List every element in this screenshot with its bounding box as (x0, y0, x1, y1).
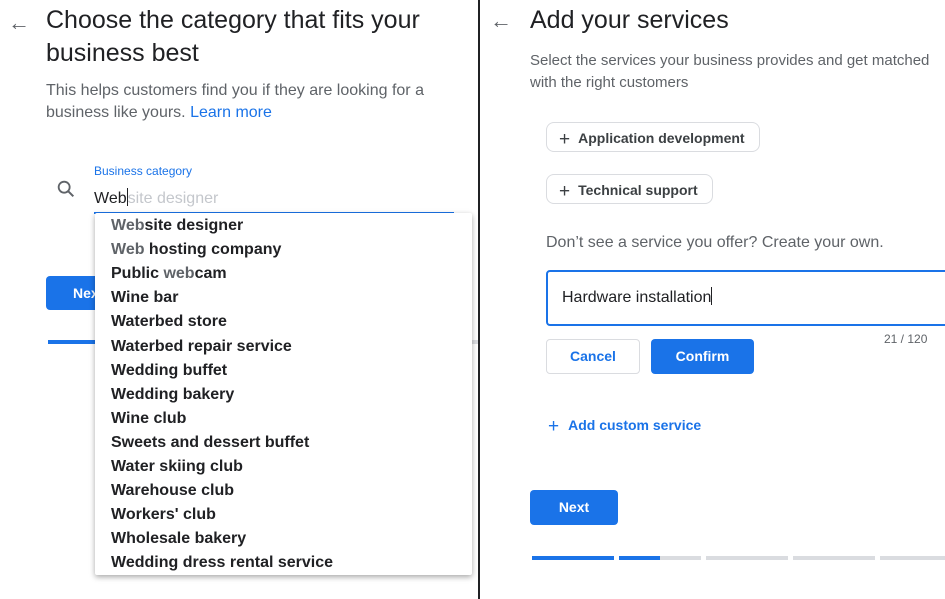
suggestion-text: Waterbed repair service (111, 337, 292, 355)
suggestion-text: Public (111, 265, 164, 283)
suggestion-item[interactable]: Water skiing club (111, 458, 243, 476)
suggestion-text: Warehouse club (111, 482, 234, 500)
learn-more-link[interactable]: Learn more (190, 104, 272, 121)
create-own-label: Don’t see a service you offer? Create yo… (546, 234, 884, 251)
suggestion-text: Waterbed store (111, 313, 227, 331)
custom-service-input[interactable]: Hardware installation (546, 270, 945, 326)
chip-technical-support[interactable]: + Technical support (546, 174, 713, 204)
suggestion-item[interactable]: Wholesale bakery (111, 530, 246, 548)
suggestion-item[interactable]: Wedding dress rental service (111, 554, 333, 572)
suggestion-text: Web (111, 217, 145, 234)
suggestion-item[interactable]: Workers' club (111, 506, 216, 524)
suggestion-item[interactable]: Public webcam (111, 265, 227, 283)
add-custom-label: Add custom service (568, 417, 702, 433)
character-counter: 21 / 120 (884, 332, 928, 346)
autocomplete-hint: site designer (127, 190, 219, 207)
suggestion-text: Sweets and dessert buffet (111, 433, 310, 451)
progress-step-2 (619, 556, 660, 560)
suggestion-item[interactable]: Wedding bakery (111, 386, 234, 404)
chip-label: Technical support (578, 182, 698, 198)
typed-text: Web (94, 190, 127, 207)
progress-step-4 (793, 556, 875, 560)
business-category-input[interactable]: Website designer (94, 188, 454, 212)
chip-label: Application development (578, 130, 745, 146)
suggestion-text: Web (111, 241, 145, 259)
services-panel: ← Add your services Select the services … (480, 0, 945, 599)
back-arrow-icon[interactable]: ← (8, 12, 30, 34)
suggestion-text: site designer (144, 217, 244, 234)
suggestion-text: Wine bar (111, 289, 179, 307)
search-icon (57, 180, 75, 198)
plus-icon: + (559, 129, 571, 150)
suggestion-text: web (163, 265, 195, 283)
suggestion-text: Wedding buffet (111, 361, 228, 379)
suggestion-item[interactable]: Web hosting company (111, 241, 281, 259)
cancel-button[interactable]: Cancel (546, 339, 640, 374)
suggestion-item[interactable]: Sweets and dessert buffet (111, 434, 309, 452)
plus-icon: + (559, 181, 571, 202)
chip-application-development[interactable]: + Application development (546, 122, 760, 152)
plus-icon: + (548, 416, 560, 437)
confirm-button[interactable]: Confirm (651, 339, 754, 374)
progress-step-5 (880, 556, 945, 560)
suggestion-dropdown: Website designer Web hosting company Publi… (95, 213, 472, 575)
progress-step-3 (706, 556, 788, 560)
suggestion-item[interactable]: Wedding buffet (111, 362, 227, 380)
progress-step-2-remaining (660, 556, 701, 560)
page-title: Choose the category that fits your busin… (46, 6, 420, 67)
page-description: This helps customers find you if they ar… (46, 80, 456, 124)
page-title: Add your services (530, 6, 729, 34)
suggestion-text: Workers' club (111, 506, 216, 524)
progress-step-1 (532, 556, 614, 560)
suggestion-item[interactable]: Wine club (111, 410, 186, 428)
add-custom-service-button[interactable]: + Add custom service (548, 416, 701, 438)
text-cursor (711, 287, 713, 305)
page-description: Select the services your business provid… (530, 52, 930, 91)
suggestion-item[interactable]: Waterbed repair service (111, 338, 292, 356)
suggestion-text: Wedding bakery (111, 385, 235, 403)
suggestion-text: cam (194, 265, 227, 283)
next-button[interactable]: Next (530, 490, 618, 525)
suggestion-text: Wedding dress rental service (111, 554, 334, 572)
suggestion-item[interactable]: Wine bar (111, 289, 178, 307)
business-category-label: Business category (94, 164, 193, 178)
back-arrow-icon[interactable]: ← (490, 10, 512, 32)
suggestion-item[interactable]: Warehouse club (111, 482, 234, 500)
suggestion-text: Water skiing club (111, 458, 243, 475)
suggestion-text: Wine club (111, 409, 187, 427)
suggestion-text: Wholesale bakery (111, 530, 247, 548)
custom-service-value: Hardware installation (562, 289, 712, 306)
suggestion-text: hosting company (144, 241, 282, 259)
suggestion-item[interactable]: Waterbed store (111, 313, 227, 331)
suggestion-item[interactable]: Website designer (111, 217, 243, 235)
category-panel: ← Choose the category that fits your bus… (0, 0, 478, 599)
